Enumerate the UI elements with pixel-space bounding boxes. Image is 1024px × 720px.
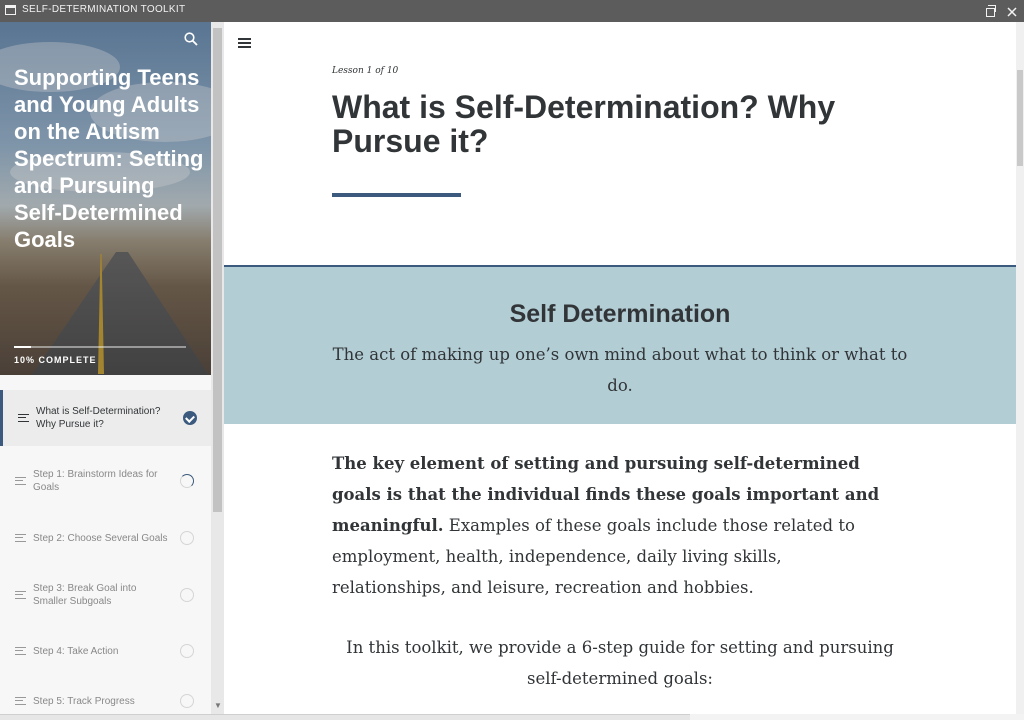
lesson-label: Step 1: Brainstorm Ideas for Goals <box>33 469 158 493</box>
lesson-item[interactable]: Step 5: Track Progress <box>0 673 211 714</box>
lesson-text-icon <box>15 534 26 542</box>
lesson-label: Step 3: Break Goal into Smaller Subgoals <box>33 583 137 607</box>
scroll-down-arrow-icon[interactable]: ▼ <box>214 701 222 710</box>
course-progress-fill <box>14 346 32 348</box>
intro-paragraph: The key element of setting and pursuing … <box>332 448 892 603</box>
lesson-not-started-icon <box>180 588 194 602</box>
sidebar-scroll-thumb[interactable] <box>213 28 222 512</box>
lesson-in-progress-icon <box>180 474 194 488</box>
course-sidebar: Supporting Teens and Young Adults on the… <box>0 22 224 714</box>
lesson-text-icon <box>18 414 29 422</box>
definition-callout: Self Determination The act of making up … <box>224 267 1016 424</box>
lesson-text-icon <box>15 697 26 705</box>
menu-icon[interactable] <box>238 38 251 48</box>
status-url <box>0 714 690 720</box>
content-scroll-thumb[interactable] <box>1017 70 1023 166</box>
lesson-label: Step 4: Take Action <box>33 645 119 657</box>
sidebar-scrollbar[interactable]: ▼ <box>211 22 224 714</box>
course-progress-label: 10% COMPLETE <box>14 355 97 365</box>
lesson-label: Step 5: Track Progress <box>33 695 135 707</box>
restore-icon <box>985 5 996 17</box>
callout-title: Self Determination <box>509 300 731 328</box>
lesson-text-icon <box>15 477 26 485</box>
lesson-complete-icon <box>183 411 197 425</box>
close-button[interactable] <box>1004 3 1020 19</box>
callout-text: The act of making up one’s own mind abou… <box>332 345 908 395</box>
lesson-item[interactable]: Step 2: Choose Several Goals <box>0 510 211 566</box>
close-icon <box>1007 7 1017 17</box>
lesson-text-icon <box>15 647 26 655</box>
window-title: SELF-DETERMINATION TOOLKIT <box>22 4 186 15</box>
lesson-label: What is Self-Determination? Why Pursue i… <box>36 406 161 430</box>
restore-button[interactable] <box>982 3 998 19</box>
lesson-title: What is Self-Determination? Why Pursue i… <box>332 89 836 159</box>
lesson-not-started-icon <box>180 644 194 658</box>
course-hero-image: Supporting Teens and Young Adults on the… <box>0 22 211 375</box>
lesson-not-started-icon <box>180 694 194 708</box>
lesson-count: Lesson 1 of 10 <box>332 66 399 76</box>
lesson-text-icon <box>15 591 26 599</box>
content-scrollbar[interactable] <box>1016 22 1024 714</box>
course-progress-bar <box>14 346 186 348</box>
lesson-item[interactable]: Step 4: Take Action <box>0 623 211 679</box>
lesson-item[interactable]: Step 3: Break Goal into Smaller Subgoals <box>0 567 211 623</box>
status-bar <box>0 714 1024 720</box>
lesson-label: Step 2: Choose Several Goals <box>33 532 168 544</box>
lesson-not-started-icon <box>180 531 194 545</box>
lesson-content: Lesson 1 of 10 What is Self-Determinatio… <box>224 22 1016 714</box>
app-window-icon <box>5 5 16 15</box>
lesson-item[interactable]: What is Self-Determination? Why Pursue i… <box>0 390 211 446</box>
course-title: Supporting Teens and Young Adults on the… <box>14 65 204 252</box>
title-bar: SELF-DETERMINATION TOOLKIT <box>0 0 1024 22</box>
lesson-item[interactable]: Step 1: Brainstorm Ideas for Goals <box>0 453 211 509</box>
toolkit-paragraph: In this toolkit, we provide a 6-step gui… <box>346 638 894 688</box>
search-icon[interactable] <box>184 32 198 46</box>
title-underline <box>332 193 461 197</box>
